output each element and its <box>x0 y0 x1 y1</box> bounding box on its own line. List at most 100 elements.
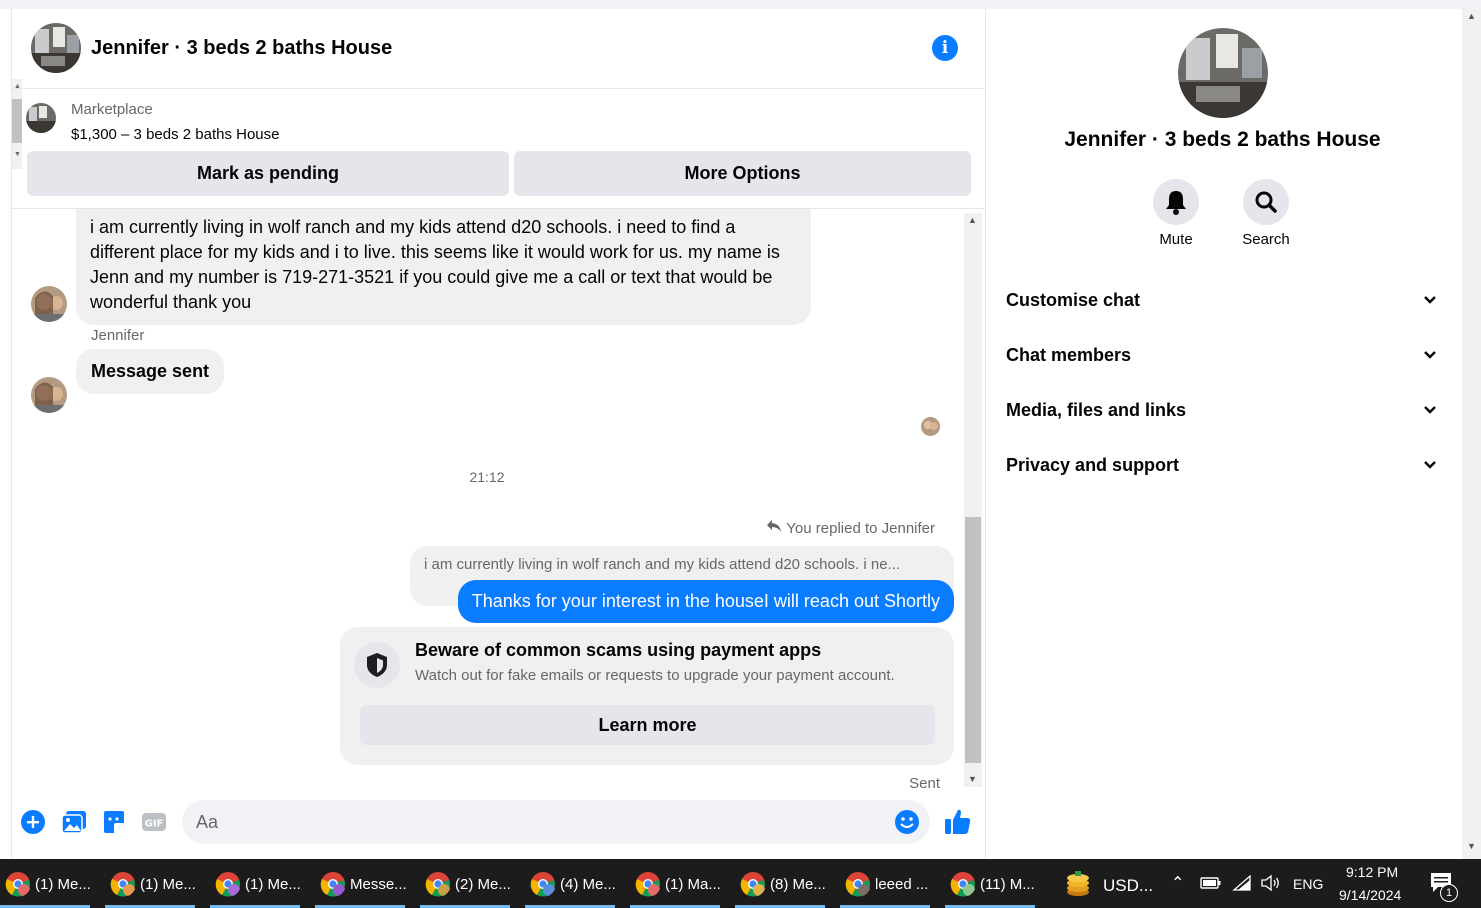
reply-indicator-text: You replied to Jennifer <box>786 520 935 537</box>
message-input-box[interactable] <box>182 800 930 844</box>
gif-icon-label: GIF <box>145 819 164 830</box>
taskbar-item-label: leeed ... <box>875 876 929 893</box>
info-icon[interactable]: i <box>932 35 958 61</box>
taskbar-item-label: (11) M... <box>980 876 1035 893</box>
message-composer: GIF <box>12 799 985 847</box>
scroll-down-arrow-icon[interactable]: ▼ <box>1467 841 1476 851</box>
sender-avatar[interactable] <box>31 377 67 413</box>
sender-avatar[interactable] <box>31 286 67 322</box>
chevron-down-icon <box>1424 351 1436 359</box>
chrome-icon <box>5 872 30 897</box>
reply-arrow-icon <box>766 519 782 538</box>
seen-receipt-avatar <box>921 417 940 436</box>
taskbar-item[interactable]: (11) M... <box>945 859 1049 908</box>
accordion-label: Customise chat <box>1006 290 1141 310</box>
listing-price-title[interactable]: $1,300 – 3 beds 2 baths House <box>71 126 280 143</box>
clock-date[interactable]: 9/14/2024 <box>1339 887 1401 903</box>
photo-icon[interactable] <box>61 809 87 835</box>
message-list[interactable]: i am currently living in wolf ranch and … <box>12 209 962 799</box>
accordion-label: Privacy and support <box>1006 455 1180 475</box>
search-action[interactable]: Search <box>1226 179 1306 248</box>
scam-warning-description: Watch out for fake emails or requests to… <box>415 667 895 684</box>
taskbar-item-label: (4) Me... <box>560 876 616 893</box>
message-scrollbar[interactable]: ▲ ▼ <box>964 213 982 787</box>
listing-thumbnail[interactable] <box>26 103 56 133</box>
bell-icon[interactable] <box>1153 179 1199 225</box>
scroll-down-arrow-icon[interactable]: ▼ <box>968 774 977 784</box>
chat-header: Jennifer · 3 beds 2 baths House i <box>12 9 985 89</box>
plus-icon[interactable] <box>20 809 46 835</box>
chrome-icon <box>320 872 345 897</box>
gif-icon[interactable]: GIF <box>141 809 167 835</box>
taskbar-item[interactable]: leeed ... <box>840 859 944 908</box>
taskbar-item[interactable]: (4) Me... <box>525 859 629 908</box>
accordion-label: Chat members <box>1006 345 1132 365</box>
coins-icon[interactable] <box>1063 870 1093 903</box>
chrome-icon <box>740 872 765 897</box>
taskbar-item[interactable]: (1) Me... <box>0 859 104 908</box>
conversation-info-panel: Jennifer · 3 beds 2 baths House Mute Sea… <box>986 9 1462 859</box>
marketplace-listing-bar: Marketplace $1,300 – 3 beds 2 baths Hous… <box>12 89 985 209</box>
accordion-chat-members[interactable]: Chat members <box>986 327 1459 382</box>
conversation-avatar[interactable] <box>31 23 81 73</box>
taskbar-item[interactable]: (2) Me... <box>420 859 524 908</box>
chrome-icon <box>215 872 240 897</box>
wifi-icon[interactable] <box>1232 874 1252 897</box>
incoming-message[interactable]: i am currently living in wolf ranch and … <box>76 209 811 325</box>
outgoing-message[interactable]: Thanks for your interest in the houseI w… <box>457 580 954 623</box>
message-input[interactable] <box>196 808 876 836</box>
scam-warning-title: Beware of common scams using payment app… <box>415 640 822 660</box>
scroll-up-arrow-icon[interactable]: ▲ <box>1467 11 1476 21</box>
taskbar-item-label: (8) Me... <box>770 876 826 893</box>
incoming-message[interactable]: Message sent <box>76 349 225 394</box>
taskbar-item-label: (1) Me... <box>245 876 301 893</box>
sent-status: Sent <box>909 775 940 792</box>
taskbar-item-label: (1) Me... <box>140 876 196 893</box>
accordion-privacy-support[interactable]: Privacy and support <box>986 437 1459 492</box>
chrome-icon <box>425 872 450 897</box>
chevron-up-icon[interactable]: ⌃ <box>1171 873 1184 893</box>
taskbar-item[interactable]: Messe... <box>315 859 419 908</box>
accordion-media-files-links[interactable]: Media, files and links <box>986 382 1459 437</box>
taskbar-item[interactable]: (1) Me... <box>105 859 209 908</box>
window-top-strip <box>0 0 1481 9</box>
battery-icon[interactable] <box>1200 876 1222 895</box>
language-indicator[interactable]: ENG <box>1293 876 1323 892</box>
search-icon[interactable] <box>1243 179 1289 225</box>
scam-warning-card: Beware of common scams using payment app… <box>340 627 954 765</box>
taskbar-item-label: (1) Ma... <box>665 876 721 893</box>
chrome-icon <box>110 872 135 897</box>
notification-badge: 1 <box>1440 884 1458 902</box>
taskbar-item-label: (2) Me... <box>455 876 511 893</box>
chrome-icon <box>845 872 870 897</box>
thumbs-up-icon[interactable] <box>943 807 973 837</box>
currency-widget-label[interactable]: USD... <box>1103 876 1153 896</box>
mute-action[interactable]: Mute <box>1136 179 1216 248</box>
taskbar-item[interactable]: (8) Me... <box>735 859 839 908</box>
info-title: Jennifer · 3 beds 2 baths House <box>1064 128 1381 151</box>
emoji-icon[interactable] <box>894 809 920 840</box>
windows-taskbar: (1) Me... (1) Me... (1) Me... Messe... (… <box>0 859 1481 908</box>
chevron-down-icon <box>1424 296 1436 304</box>
page-scrollbar[interactable]: ▲ ▼ <box>1462 9 1481 859</box>
sticker-icon[interactable] <box>101 809 127 835</box>
scroll-up-arrow-icon[interactable]: ▲ <box>968 215 977 225</box>
more-options-button[interactable]: More Options <box>514 151 971 196</box>
mark-as-pending-button[interactable]: Mark as pending <box>27 151 509 196</box>
marketplace-label: Marketplace <box>71 101 153 118</box>
taskbar-item-label: Messe... <box>350 876 407 893</box>
accordion-customise-chat[interactable]: Customise chat <box>986 272 1459 327</box>
taskbar-item[interactable]: (1) Me... <box>210 859 314 908</box>
taskbar-item[interactable]: (1) Ma... <box>630 859 734 908</box>
info-avatar[interactable] <box>1178 28 1268 118</box>
scrollbar-thumb[interactable] <box>965 517 981 763</box>
learn-more-button[interactable]: Learn more <box>360 705 935 745</box>
chevron-down-icon <box>1424 461 1436 469</box>
accordion-label: Media, files and links <box>1006 400 1187 420</box>
shield-icon <box>354 642 400 688</box>
conversation-title[interactable]: Jennifer · 3 beds 2 baths House <box>91 37 392 60</box>
volume-icon[interactable] <box>1260 874 1282 897</box>
clock-time[interactable]: 9:12 PM <box>1346 864 1398 880</box>
search-label: Search <box>1242 231 1290 248</box>
chrome-icon <box>950 872 975 897</box>
